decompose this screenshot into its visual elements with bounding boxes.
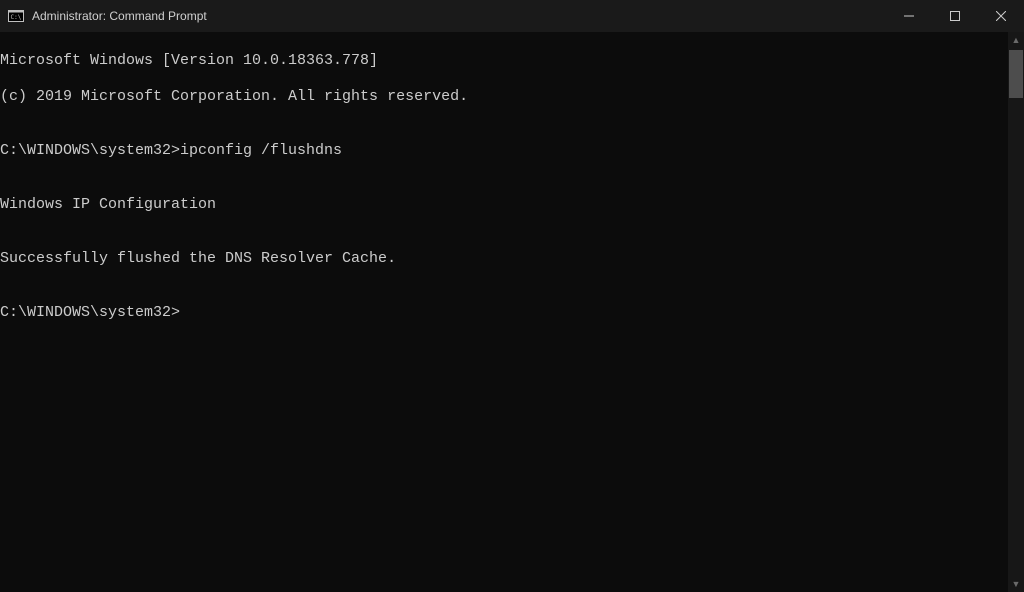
titlebar[interactable]: C:\ Administrator: Command Prompt xyxy=(0,0,1024,32)
terminal-output[interactable]: Microsoft Windows [Version 10.0.18363.77… xyxy=(0,32,1008,592)
minimize-button[interactable] xyxy=(886,0,932,32)
window-title: Administrator: Command Prompt xyxy=(32,9,207,23)
terminal-line: C:\WINDOWS\system32> xyxy=(0,304,1008,322)
cmd-icon: C:\ xyxy=(8,8,24,24)
svg-text:C:\: C:\ xyxy=(11,14,22,21)
scroll-down-arrow-icon[interactable]: ▼ xyxy=(1008,576,1024,592)
maximize-button[interactable] xyxy=(932,0,978,32)
window-controls xyxy=(886,0,1024,32)
vertical-scrollbar[interactable]: ▲ ▼ xyxy=(1008,32,1024,592)
terminal-line: Windows IP Configuration xyxy=(0,196,1008,214)
command-prompt-window: C:\ Administrator: Command Prompt Micros… xyxy=(0,0,1024,592)
terminal-area: Microsoft Windows [Version 10.0.18363.77… xyxy=(0,32,1024,592)
terminal-line: (c) 2019 Microsoft Corporation. All righ… xyxy=(0,88,1008,106)
close-button[interactable] xyxy=(978,0,1024,32)
terminal-line: Microsoft Windows [Version 10.0.18363.77… xyxy=(0,52,1008,70)
terminal-line: C:\WINDOWS\system32>ipconfig /flushdns xyxy=(0,142,1008,160)
terminal-line: Successfully flushed the DNS Resolver Ca… xyxy=(0,250,1008,268)
scrollbar-thumb[interactable] xyxy=(1009,50,1023,98)
scroll-up-arrow-icon[interactable]: ▲ xyxy=(1008,32,1024,48)
